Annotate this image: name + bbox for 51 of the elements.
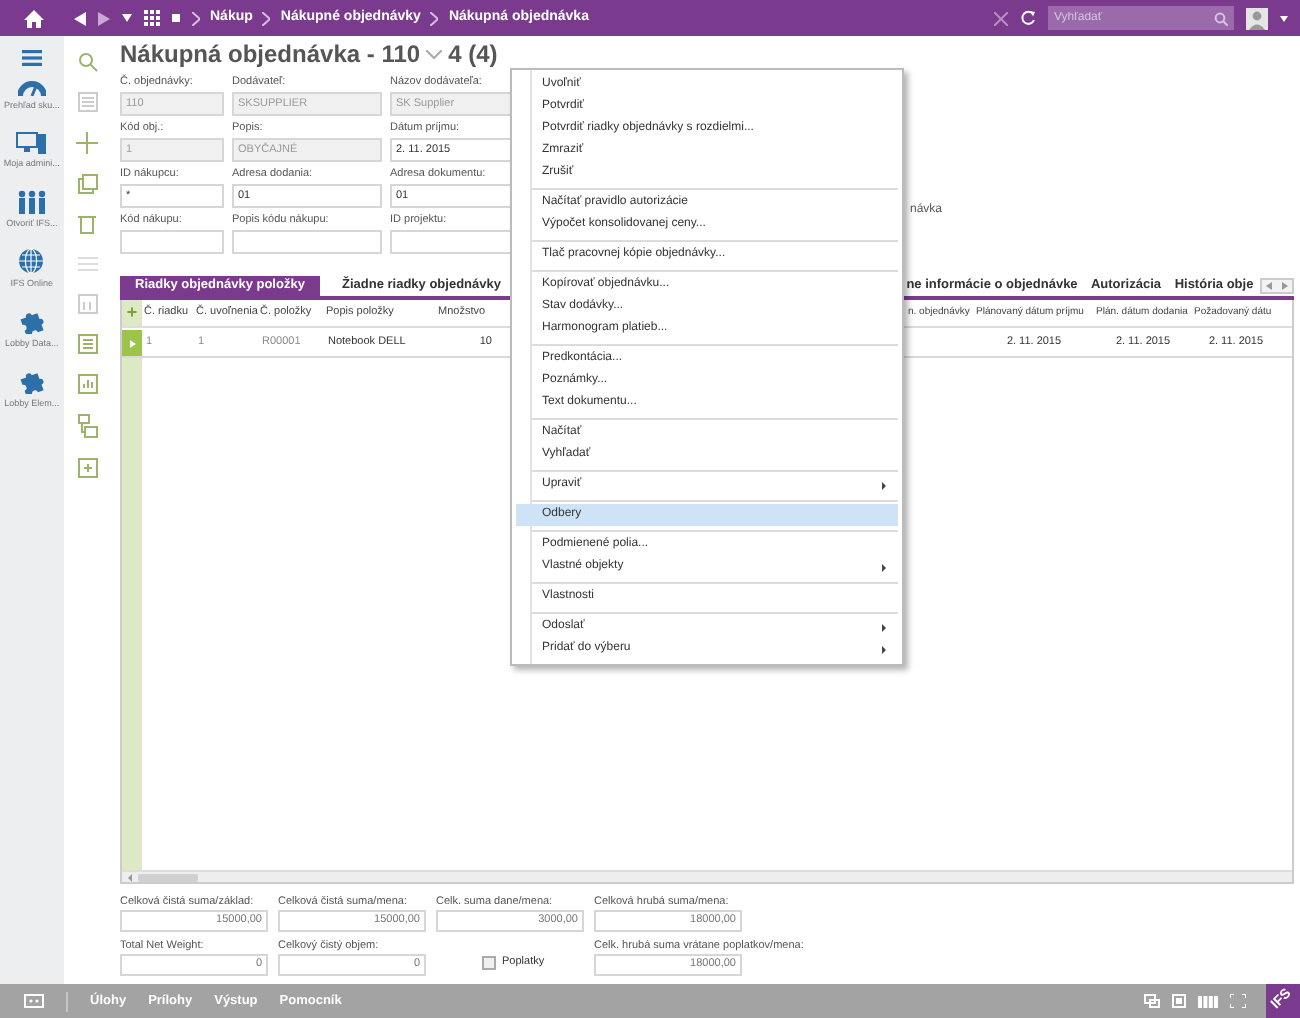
close-icon[interactable]	[994, 11, 1008, 25]
row-marker[interactable]	[122, 330, 142, 356]
record-count: 4 (4)	[448, 38, 498, 72]
chat-icon[interactable]	[23, 993, 43, 1009]
menu-icon[interactable]	[21, 50, 42, 66]
input-field[interactable]	[120, 230, 224, 254]
people-icon	[15, 189, 48, 213]
tree-icon[interactable]	[77, 414, 98, 438]
caret-icon[interactable]	[1280, 15, 1288, 21]
forward-icon[interactable]	[98, 11, 110, 25]
gauge-icon	[17, 78, 46, 96]
document-icon[interactable]	[77, 334, 98, 354]
horizontal-scrollbar[interactable]	[122, 870, 1292, 882]
checkbox[interactable]	[482, 956, 496, 970]
fullscreen-icon[interactable]	[1230, 994, 1246, 1008]
chart-icon[interactable]	[77, 374, 98, 394]
duplicate-icon[interactable]	[77, 174, 98, 194]
home-icon[interactable]	[23, 9, 43, 27]
refresh-icon[interactable]	[1020, 10, 1036, 26]
submenu-arrow-icon	[882, 481, 886, 489]
globe-icon	[18, 248, 45, 275]
row-pointer-icon	[129, 339, 135, 347]
back-icon[interactable]	[74, 11, 86, 25]
submenu-arrow-icon	[882, 645, 886, 653]
monitor-icon	[16, 131, 47, 154]
chevron-right-icon	[192, 11, 200, 25]
page-title: Nákupná objednávka - 110	[120, 38, 421, 72]
search-icon[interactable]	[77, 52, 98, 72]
chevron-right-icon	[262, 11, 271, 25]
puzzle-icon	[18, 310, 45, 334]
add-icon[interactable]	[76, 132, 99, 154]
scrollbar-thumb[interactable]	[138, 873, 198, 881]
chevron-down-icon[interactable]	[426, 49, 443, 59]
windows-icon[interactable]	[1144, 994, 1160, 1008]
submenu-arrow-icon	[882, 563, 886, 571]
columns-icon[interactable]	[1198, 995, 1218, 1007]
input-field[interactable]	[232, 230, 382, 254]
avatar-icon[interactable]	[1246, 7, 1268, 29]
trash-icon[interactable]	[78, 214, 97, 234]
note-icon[interactable]	[77, 458, 98, 478]
list-icon[interactable]	[77, 254, 98, 274]
tab-scroll-buttons[interactable]	[1260, 278, 1294, 294]
chevron-right-icon	[430, 11, 439, 25]
puzzle-icon	[18, 369, 45, 394]
list-icon[interactable]	[77, 92, 98, 112]
panel-icon[interactable]	[1172, 994, 1186, 1008]
search-icon[interactable]	[1214, 11, 1228, 25]
dropdown-icon[interactable]	[122, 14, 132, 22]
grid-icon[interactable]	[144, 10, 160, 26]
submenu-arrow-icon	[882, 623, 886, 631]
scroll-left-icon[interactable]	[128, 873, 132, 881]
